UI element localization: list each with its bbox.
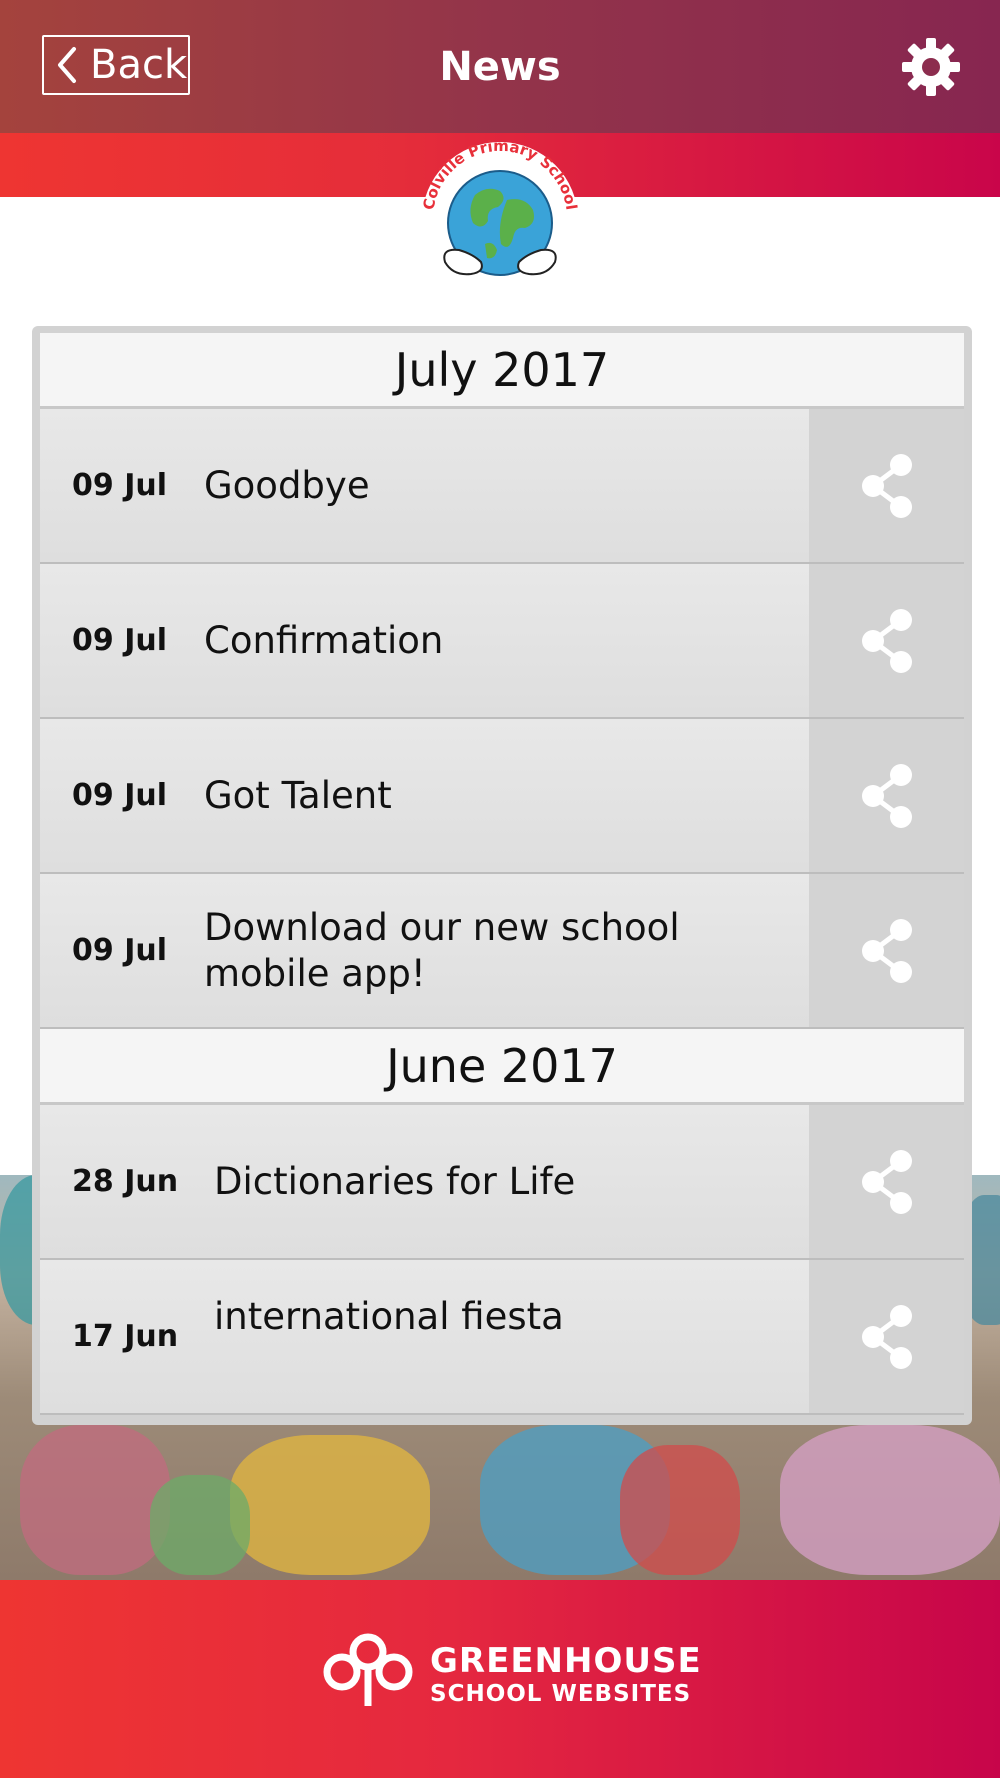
news-item[interactable]: 09 Jul Got Talent bbox=[40, 719, 809, 872]
share-button[interactable] bbox=[809, 1260, 964, 1413]
news-title: Download our new school mobile app! bbox=[204, 905, 680, 995]
month-header-july: July 2017 bbox=[40, 333, 964, 409]
news-card: July 2017 09 Jul Goodbye 09 Jul Confirma… bbox=[32, 326, 972, 1425]
mural-shape bbox=[150, 1475, 250, 1575]
share-icon bbox=[861, 1149, 912, 1214]
share-icon bbox=[861, 608, 912, 673]
share-icon bbox=[861, 1304, 912, 1369]
news-row[interactable]: 09 Jul Got Talent bbox=[40, 719, 964, 874]
share-icon bbox=[861, 453, 912, 518]
mural-shape bbox=[780, 1425, 1000, 1575]
footer-brand-line1[interactable]: GREENHOUSE bbox=[430, 1641, 702, 1681]
mural-shape bbox=[620, 1445, 740, 1575]
share-icon bbox=[861, 763, 912, 828]
news-title: Confirmation bbox=[204, 618, 444, 662]
news-date: 09 Jul bbox=[72, 778, 167, 813]
news-title: Got Talent bbox=[204, 773, 392, 817]
school-logo: Colville Primary School bbox=[419, 140, 580, 298]
share-button[interactable] bbox=[809, 1105, 964, 1258]
news-date: 09 Jul bbox=[72, 468, 167, 503]
news-item[interactable]: 09 Jul Confirmation bbox=[40, 564, 809, 717]
news-title: Dictionaries for Life bbox=[214, 1159, 576, 1203]
greenhouse-logo-icon[interactable] bbox=[318, 1630, 418, 1710]
news-title: Goodbye bbox=[204, 463, 370, 507]
news-title: international fiesta bbox=[214, 1294, 564, 1338]
news-item[interactable]: 28 Jun Dictionaries for Life bbox=[40, 1105, 809, 1258]
month-header-june: June 2017 bbox=[40, 1029, 964, 1105]
back-label: Back bbox=[90, 42, 188, 88]
news-item[interactable]: 09 Jul Download our new school mobile ap… bbox=[40, 874, 809, 1027]
share-button[interactable] bbox=[809, 564, 964, 717]
gear-icon[interactable] bbox=[900, 36, 962, 98]
news-row[interactable]: 17 Jun international fiesta bbox=[40, 1260, 964, 1415]
news-row[interactable]: 09 Jul Confirmation bbox=[40, 564, 964, 719]
news-row[interactable]: 09 Jul Goodbye bbox=[40, 409, 964, 564]
chevron-left-icon bbox=[58, 47, 76, 83]
news-date: 17 Jun bbox=[72, 1319, 179, 1354]
news-list: July 2017 09 Jul Goodbye 09 Jul Confirma… bbox=[40, 333, 964, 1423]
news-date: 28 Jun bbox=[72, 1164, 179, 1199]
share-button[interactable] bbox=[809, 409, 964, 562]
mural-shape bbox=[230, 1435, 430, 1575]
footer-brand-line2[interactable]: SCHOOL WEBSITES bbox=[430, 1681, 691, 1707]
mural-shape bbox=[20, 1425, 170, 1575]
share-button[interactable] bbox=[809, 874, 964, 1027]
share-button[interactable] bbox=[809, 719, 964, 872]
news-row[interactable]: 09 Jul Download our new school mobile ap… bbox=[40, 874, 964, 1029]
news-row[interactable]: 28 Jun Dictionaries for Life bbox=[40, 1105, 964, 1260]
news-item[interactable]: 17 Jun international fiesta bbox=[40, 1260, 809, 1413]
share-icon bbox=[861, 918, 912, 983]
news-date: 09 Jul bbox=[72, 623, 167, 658]
news-item[interactable]: 09 Jul Goodbye bbox=[40, 409, 809, 562]
back-button[interactable]: Back bbox=[42, 35, 190, 95]
news-date: 09 Jul bbox=[72, 933, 167, 968]
